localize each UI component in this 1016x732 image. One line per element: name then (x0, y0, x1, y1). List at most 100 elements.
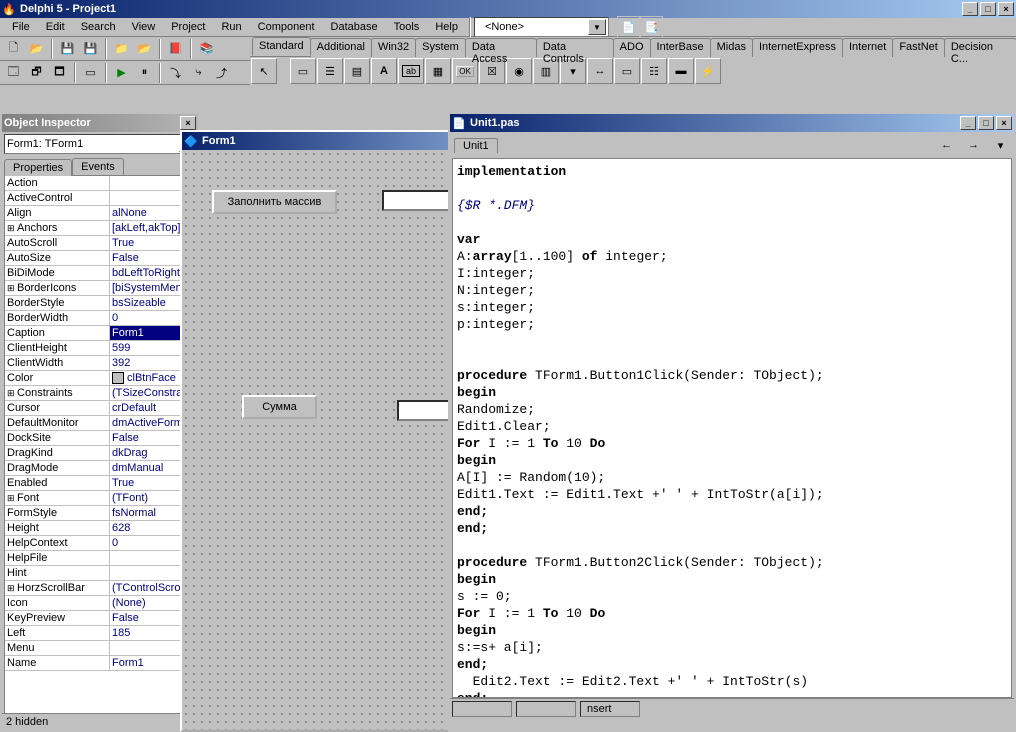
close-button[interactable]: × (998, 2, 1014, 16)
ptab-fastnet[interactable]: FastNet (892, 38, 945, 57)
ptab-additional[interactable]: Additional (310, 38, 372, 57)
oi-row[interactable]: ClientWidth392 (5, 356, 195, 371)
toggle-button[interactable]: 🗖 (48, 62, 71, 84)
oi-row[interactable]: KeyPreviewFalse (5, 611, 195, 626)
editor-tab-unit1[interactable]: Unit1 (454, 138, 498, 153)
pointer-icon[interactable]: ↖ (251, 58, 277, 84)
nav-back-button[interactable]: ← (935, 134, 958, 156)
ptab-internet[interactable]: Internet (842, 38, 893, 57)
oi-row[interactable]: ClientHeight599 (5, 341, 195, 356)
project-combo[interactable]: <None> ▼ (474, 17, 609, 37)
step-out-button[interactable]: ⤴ (210, 62, 233, 84)
maximize-button[interactable]: □ (980, 2, 996, 16)
code-text[interactable]: implementation {$R *.DFM} var A:array[1.… (452, 158, 1012, 698)
ptab-win32[interactable]: Win32 (371, 38, 416, 57)
new-button[interactable]: 🗋 (2, 38, 25, 60)
step-into-button[interactable]: ⤷ (187, 62, 210, 84)
run-button[interactable]: ▶ (110, 62, 133, 84)
menu-help[interactable]: Help (427, 19, 466, 35)
oi-row[interactable]: AutoSizeFalse (5, 251, 195, 266)
menu-project[interactable]: Project (163, 19, 213, 35)
ptab-internetexpress[interactable]: InternetExpress (752, 38, 843, 57)
popupmenu-icon[interactable]: ▤ (344, 58, 370, 84)
ptab-decision[interactable]: Decision C... (944, 38, 1016, 57)
groupbox-icon[interactable]: ▭ (614, 58, 640, 84)
oi-row[interactable]: Height628 (5, 521, 195, 536)
label-icon[interactable]: A (371, 58, 397, 84)
oi-row[interactable]: Font(TFont) (5, 491, 195, 506)
memo-icon[interactable]: ▦ (425, 58, 451, 84)
step-over-button[interactable]: ⤵ (164, 62, 187, 84)
saveall-button[interactable]: 💾 (79, 38, 102, 60)
oi-row[interactable]: DragKinddkDrag (5, 446, 195, 461)
oi-row[interactable]: EnabledTrue (5, 476, 195, 491)
oi-row[interactable]: BorderStylebsSizeable (5, 296, 195, 311)
save-button[interactable]: 💾 (56, 38, 79, 60)
minimize-button[interactable]: _ (962, 2, 978, 16)
ptab-datacontrols[interactable]: Data Controls (536, 38, 614, 57)
oi-row[interactable]: DockSiteFalse (5, 431, 195, 446)
oi-row[interactable]: NameForm1 (5, 656, 195, 671)
oi-row[interactable]: HorzScrollBar(TControlScrollB (5, 581, 195, 596)
editor-titlebar[interactable]: 📄 Unit1.pas _ □ × (450, 114, 1014, 132)
oi-tab-events[interactable]: Events (72, 158, 124, 175)
oi-row[interactable]: CursorcrDefault (5, 401, 195, 416)
toolbar-btn[interactable]: 📄 (617, 16, 640, 38)
oi-row[interactable]: CaptionForm1 (5, 326, 195, 341)
maximize-button[interactable]: □ (978, 116, 994, 130)
panel-icon[interactable]: ▬ (668, 58, 694, 84)
oi-component-selector[interactable]: Form1: TForm1 ▼ (4, 134, 196, 154)
menu-edit[interactable]: Edit (38, 19, 73, 35)
mainmenu-icon[interactable]: ☰ (317, 58, 343, 84)
oi-row[interactable]: ActiveControl (5, 191, 195, 206)
menu-component[interactable]: Component (250, 19, 323, 35)
menu-run[interactable]: Run (213, 19, 249, 35)
ptab-standard[interactable]: Standard (252, 37, 311, 56)
oi-row[interactable]: Icon(None) (5, 596, 195, 611)
chevron-down-icon[interactable]: ▼ (588, 19, 606, 35)
oi-row[interactable]: DefaultMonitordmActiveForm (5, 416, 195, 431)
oi-row[interactable]: BiDiModebdLeftToRight (5, 266, 195, 281)
menu-file[interactable]: File (4, 19, 38, 35)
toolbar-btn[interactable]: 📑 (640, 16, 663, 38)
edit-icon[interactable]: ab (398, 58, 424, 84)
oi-tab-properties[interactable]: Properties (4, 159, 72, 176)
ptab-midas[interactable]: Midas (710, 38, 753, 57)
oi-row[interactable]: BorderWidth0 (5, 311, 195, 326)
oi-row[interactable]: Action (5, 176, 195, 191)
oi-row[interactable]: DragModedmManual (5, 461, 195, 476)
oi-row[interactable]: AutoScrollTrue (5, 236, 195, 251)
view-form-button[interactable]: 🗗 (25, 62, 48, 84)
view-unit-button[interactable]: 🗔 (2, 62, 25, 84)
button2-sum[interactable]: Сумма (242, 395, 317, 419)
oi-row[interactable]: ColorclBtnFace (5, 371, 195, 386)
oi-row[interactable]: AlignalNone (5, 206, 195, 221)
menu-tools[interactable]: Tools (386, 19, 428, 35)
oi-row[interactable]: BorderIcons[biSystemMenu (5, 281, 195, 296)
actionlist-icon[interactable]: ⚡ (695, 58, 721, 84)
nav-menu-button[interactable]: ▾ (989, 134, 1012, 156)
radiogroup-icon[interactable]: ☷ (641, 58, 667, 84)
frames-icon[interactable]: ▭ (290, 58, 316, 84)
menu-search[interactable]: Search (73, 19, 124, 35)
minimize-button[interactable]: _ (960, 116, 976, 130)
oi-row[interactable]: Left185 (5, 626, 195, 641)
ptab-ado[interactable]: ADO (613, 38, 651, 57)
oi-row[interactable]: HelpFile (5, 551, 195, 566)
oi-row[interactable]: FormStylefsNormal (5, 506, 195, 521)
button1-fill-array[interactable]: Заполнить массив (212, 190, 337, 214)
close-icon[interactable]: × (180, 116, 196, 130)
oi-titlebar[interactable]: Object Inspector × (2, 114, 198, 132)
ptab-system[interactable]: System (415, 38, 466, 57)
oi-row[interactable]: Anchors[akLeft,akTop] (5, 221, 195, 236)
oi-row[interactable]: HelpContext0 (5, 536, 195, 551)
scrollbar-icon[interactable]: ↔ (587, 58, 613, 84)
new-form-button[interactable]: ▭ (79, 62, 102, 84)
oi-property-grid[interactable]: ActionActiveControlAlignalNoneAnchors[ak… (4, 175, 196, 715)
oi-row[interactable]: Constraints(TSizeConstrair (5, 386, 195, 401)
close-button[interactable]: × (996, 116, 1012, 130)
ptab-dataaccess[interactable]: Data Access (465, 38, 537, 57)
help-button[interactable]: 📚 (195, 38, 218, 60)
menu-view[interactable]: View (124, 19, 164, 35)
open-button[interactable]: 📂 (25, 38, 48, 60)
